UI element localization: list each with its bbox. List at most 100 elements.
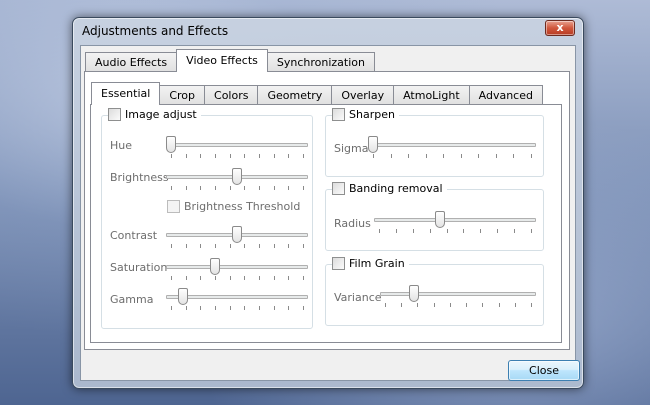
- slider-tick: [497, 229, 498, 233]
- slider-tick: [288, 154, 289, 158]
- slider-tick: [408, 154, 409, 158]
- slider-thumb[interactable]: [435, 211, 445, 228]
- tab-advanced[interactable]: Advanced: [468, 85, 543, 105]
- slider-tick: [466, 303, 467, 307]
- slider-tick: [215, 306, 216, 310]
- slider-tick: [288, 276, 289, 280]
- slider-tick: [515, 303, 516, 307]
- tab-crop[interactable]: Crop: [159, 85, 206, 105]
- close-icon: x: [556, 21, 564, 34]
- slider-tick: [379, 229, 380, 233]
- slider-tick: [303, 276, 304, 280]
- slider-tick: [215, 276, 216, 280]
- slider-thumb[interactable]: [409, 285, 419, 302]
- slider-thumb[interactable]: [368, 136, 378, 153]
- banding-removal-checkbox[interactable]: [332, 182, 345, 195]
- slider-tick: [443, 154, 444, 158]
- essential-panel: Image adjust Hue Brightness Brightness T…: [90, 104, 562, 343]
- tab-geometry[interactable]: Geometry: [257, 85, 333, 105]
- slider-tick: [274, 306, 275, 310]
- slider-thumb[interactable]: [232, 226, 242, 243]
- sharpen-header: Sharpen: [332, 108, 399, 121]
- banding-removal-header: Banding removal: [332, 182, 447, 195]
- slider-tick: [171, 244, 172, 248]
- sigma-slider[interactable]: [368, 136, 536, 162]
- image-adjust-header: Image adjust: [108, 108, 201, 121]
- slider-tick: [426, 154, 427, 158]
- slider-tick: [200, 186, 201, 190]
- film-grain-checkbox[interactable]: [332, 257, 345, 270]
- slider-tick: [396, 229, 397, 233]
- slider-thumb[interactable]: [166, 136, 176, 153]
- slider-tick: [274, 154, 275, 158]
- slider-tick: [480, 229, 481, 233]
- tab-video-effects[interactable]: Video Effects: [176, 49, 268, 72]
- slider-tick: [244, 276, 245, 280]
- dialog-window: Adjustments and Effects x Audio Effects …: [72, 17, 584, 389]
- inner-tab-bar: Essential Crop Colors Geometry Overlay A…: [91, 82, 543, 105]
- slider-tick: [391, 154, 392, 158]
- variance-slider[interactable]: [380, 285, 536, 311]
- window-title: Adjustments and Effects: [82, 24, 229, 38]
- contrast-slider[interactable]: [166, 226, 308, 252]
- slider-tick: [230, 244, 231, 248]
- slider-tick: [303, 306, 304, 310]
- hue-label: Hue: [110, 139, 133, 152]
- tab-colors[interactable]: Colors: [204, 85, 259, 105]
- saturation-label: Saturation: [110, 261, 168, 274]
- tab-essential[interactable]: Essential: [91, 82, 161, 105]
- slider-tick: [531, 303, 532, 307]
- slider-tick: [186, 244, 187, 248]
- window-close-button[interactable]: x: [545, 20, 575, 36]
- slider-tick: [259, 306, 260, 310]
- dialog-client-area: Audio Effects Video Effects Synchronizat…: [80, 45, 580, 381]
- slider-tick: [244, 244, 245, 248]
- slider-tick: [288, 306, 289, 310]
- slider-tick: [288, 244, 289, 248]
- slider-tick: [244, 154, 245, 158]
- slider-tick: [513, 154, 514, 158]
- slider-tick: [186, 306, 187, 310]
- tab-atmolight[interactable]: AtmoLight: [393, 85, 470, 105]
- saturation-slider[interactable]: [166, 258, 308, 284]
- image-adjust-label: Image adjust: [125, 108, 197, 121]
- outer-tab-bar: Audio Effects Video Effects Synchronizat…: [85, 49, 375, 72]
- slider-tick: [200, 306, 201, 310]
- close-button[interactable]: Close: [508, 360, 580, 381]
- slider-tick: [171, 154, 172, 158]
- slider-tick: [434, 303, 435, 307]
- slider-tick: [230, 276, 231, 280]
- gamma-slider[interactable]: [166, 288, 308, 314]
- tab-synchronization[interactable]: Synchronization: [266, 52, 375, 72]
- slider-tick: [385, 303, 386, 307]
- slider-thumb[interactable]: [210, 258, 220, 275]
- slider-tick: [430, 229, 431, 233]
- banding-removal-group: Banding removal Radius: [325, 182, 544, 251]
- slider-thumb[interactable]: [232, 168, 242, 185]
- slider-tick: [531, 229, 532, 233]
- slider-tick: [200, 154, 201, 158]
- slider-tick: [401, 303, 402, 307]
- tab-overlay[interactable]: Overlay: [331, 85, 395, 105]
- slider-track: [380, 292, 536, 296]
- brightness-threshold-checkbox[interactable]: [167, 200, 180, 213]
- radius-label: Radius: [334, 217, 371, 230]
- slider-thumb[interactable]: [178, 288, 188, 305]
- brightness-slider[interactable]: [166, 168, 308, 194]
- brightness-label: Brightness: [110, 171, 169, 184]
- radius-slider[interactable]: [374, 211, 536, 237]
- slider-tick: [478, 154, 479, 158]
- sigma-label: Sigma: [334, 142, 369, 155]
- slider-tick: [447, 229, 448, 233]
- slider-tick: [186, 186, 187, 190]
- variance-label: Variance: [334, 291, 382, 304]
- tab-audio-effects[interactable]: Audio Effects: [85, 52, 178, 72]
- sharpen-checkbox[interactable]: [332, 108, 345, 121]
- slider-tick: [171, 276, 172, 280]
- banding-removal-label: Banding removal: [349, 182, 443, 195]
- hue-slider[interactable]: [166, 136, 308, 162]
- slider-tick: [303, 154, 304, 158]
- slider-tick: [259, 154, 260, 158]
- slider-tick: [417, 303, 418, 307]
- image-adjust-checkbox[interactable]: [108, 108, 121, 121]
